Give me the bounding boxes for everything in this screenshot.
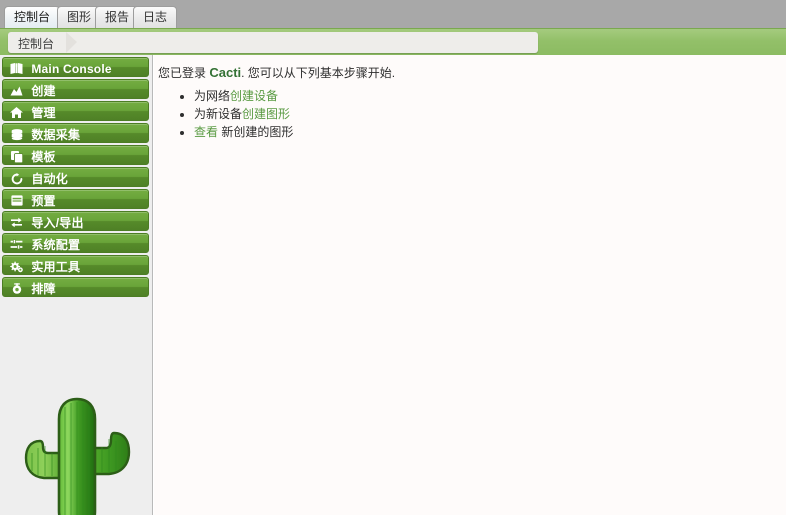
sidebar-item-utilities-label: 实用工具 <box>31 259 81 274</box>
intro-text: 您已登录 Cacti. 您可以从下列基本步骤开始. <box>158 64 395 81</box>
gears-icon <box>8 261 25 273</box>
list-item: 查看 新创建的图形 <box>194 123 293 141</box>
create-graphs-link[interactable]: 创建图形 <box>242 107 290 121</box>
refresh-icon <box>8 172 25 185</box>
intro-suffix: . 您可以从下列基本步骤开始. <box>241 66 396 80</box>
tab-console-label: 控制台 <box>14 10 51 24</box>
sidebar-item-troubleshooting-label: 排障 <box>31 281 56 296</box>
sidebar-item-import-export[interactable]: 导入/导出 <box>2 211 149 231</box>
step-1-prefix: 为网络 <box>194 89 231 103</box>
sidebar-item-presets-label: 预置 <box>31 193 56 208</box>
list-item: 为新设备创建图形 <box>194 105 293 123</box>
cactus-logo <box>18 393 136 515</box>
step-2-prefix: 为新设备 <box>194 107 243 121</box>
cacti-brand: Cacti <box>209 65 242 80</box>
sidebar-item-presets[interactable]: 预置 <box>2 189 149 209</box>
sidebar-item-create[interactable]: 创建 <box>2 79 149 99</box>
sidebar-item-troubleshooting[interactable]: 排障 <box>2 277 149 297</box>
tab-graphs-label: 图形 <box>67 10 92 24</box>
tab-logs-label: 日志 <box>143 10 168 24</box>
sidebar-item-templates-label: 模板 <box>31 149 56 164</box>
life-ring-icon <box>8 283 25 295</box>
sidebar-item-configuration-label: 系统配置 <box>31 237 81 252</box>
book-icon <box>8 63 25 75</box>
tab-reports-label: 报告 <box>105 10 130 24</box>
main-content: 您已登录 Cacti. 您可以从下列基本步骤开始. 为网络创建设备 为新设备创建… <box>154 55 786 515</box>
list-item: 为网络创建设备 <box>194 87 293 105</box>
sidebar-item-automation[interactable]: 自动化 <box>2 167 149 187</box>
sidebar-item-configuration[interactable]: 系统配置 <box>2 233 149 253</box>
sidebar-item-utilities[interactable]: 实用工具 <box>2 255 149 275</box>
database-icon <box>8 128 25 141</box>
sidebar-item-data-collection-label: 数据采集 <box>31 127 81 142</box>
sliders-icon <box>8 239 25 250</box>
sidebar-item-main-console[interactable]: Main Console <box>2 57 149 77</box>
breadcrumb-current: 控制台 <box>18 37 55 51</box>
exchange-icon <box>8 217 25 228</box>
sidebar-item-management-label: 管理 <box>31 105 56 120</box>
tab-console[interactable]: 控制台 <box>4 6 61 28</box>
view-graphs-link[interactable]: 查看 <box>194 125 218 139</box>
home-icon <box>8 107 25 119</box>
create-device-link[interactable]: 创建设备 <box>230 89 278 103</box>
intro-prefix: 您已登录 <box>158 66 210 80</box>
top-tab-bar: 控制台 图形 报告 日志 <box>0 0 786 28</box>
window-icon <box>8 195 25 206</box>
step-3-suffix: 新创建的图形 <box>218 125 294 139</box>
breadcrumb[interactable]: 控制台 <box>8 32 538 53</box>
sidebar-item-management[interactable]: 管理 <box>2 101 149 121</box>
copy-icon <box>8 150 25 163</box>
sidebar-item-data-collection[interactable]: 数据采集 <box>2 123 149 143</box>
sidebar-item-create-label: 创建 <box>31 83 56 98</box>
sidebar: Main Console 创建 管理 数据采集 模板 自动化 预置 导入/导出 … <box>0 55 153 515</box>
chart-icon <box>8 85 25 96</box>
getting-started-steps: 为网络创建设备 为新设备创建图形 查看 新创建的图形 <box>174 87 293 141</box>
sidebar-item-import-export-label: 导入/导出 <box>31 215 84 230</box>
tab-logs[interactable]: 日志 <box>133 6 178 28</box>
sidebar-item-templates[interactable]: 模板 <box>2 145 149 165</box>
sidebar-item-automation-label: 自动化 <box>31 171 68 186</box>
sidebar-item-main-console-label: Main Console <box>31 61 112 76</box>
breadcrumb-bar: 控制台 <box>0 28 786 55</box>
